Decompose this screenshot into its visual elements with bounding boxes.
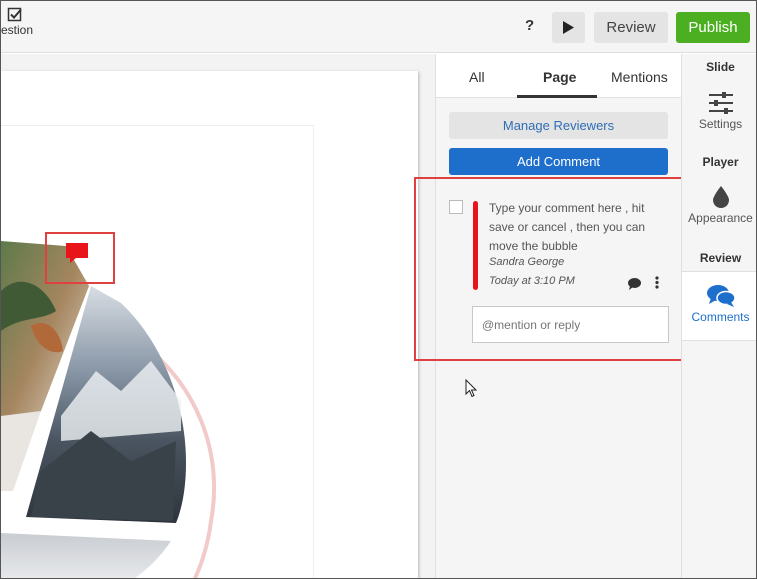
question-tool-label: estion [1,23,34,37]
comments-icon [706,285,735,307]
reply-input[interactable] [472,306,669,343]
player-section-heading: Player [702,155,739,169]
right-sidebar: Slide Settings Player Appearance Review [681,54,756,578]
sidebar-item-appearance[interactable]: Appearance [682,186,756,225]
photo-collage-image [1,241,217,578]
comment-color-bar [473,201,478,290]
help-button[interactable]: ? [525,17,534,34]
sidebar-item-comments[interactable]: Comments [682,271,756,341]
top-toolbar: estion ? Review Publish [1,1,756,53]
resolve-checkbox[interactable] [449,200,463,214]
comment-timestamp: Today at 3:10 PM [489,275,575,287]
paint-drop-icon [712,186,729,208]
sidebar-item-settings-label: Settings [698,117,743,131]
slide-canvas [1,54,435,578]
app-window: estion ? Review Publish All Page Mention… [0,0,757,579]
slide-page[interactable] [1,71,418,578]
more-options-icon[interactable] [655,276,659,289]
mouse-cursor-icon [465,379,477,398]
sliders-icon [708,92,733,114]
sidebar-item-comments-label: Comments [691,310,750,324]
comment-bubble-icon [66,243,88,263]
tab-mentions[interactable]: Mentions [611,69,668,85]
slide-section-heading: Slide [706,60,735,74]
review-section-heading: Review [699,251,742,265]
comment-tabs: All Page Mentions [436,54,682,98]
checkbox-icon [7,7,22,22]
manage-reviewers-button[interactable]: Manage Reviewers [449,112,668,139]
comment-card: Type your comment here , hit save or can… [414,177,684,361]
publish-button[interactable]: Publish [676,12,750,43]
tab-all[interactable]: All [469,69,485,85]
comment-bubble-marker[interactable] [45,232,115,284]
play-icon [563,21,574,34]
review-button[interactable]: Review [594,12,668,43]
add-comment-button[interactable]: Add Comment [449,148,668,175]
preview-play-button[interactable] [552,12,585,43]
comment-text: Type your comment here , hit save or can… [489,201,646,253]
tab-page[interactable]: Page [543,69,576,85]
active-tab-indicator [517,95,597,98]
sidebar-item-settings[interactable]: Settings [682,92,756,131]
comments-panel: All Page Mentions Manage Reviewers Add C… [414,54,684,578]
reply-icon[interactable] [628,278,641,290]
question-tool[interactable]: estion [1,7,37,37]
sidebar-item-appearance-label: Appearance [688,211,753,225]
comment-author: Sandra George [489,256,565,268]
